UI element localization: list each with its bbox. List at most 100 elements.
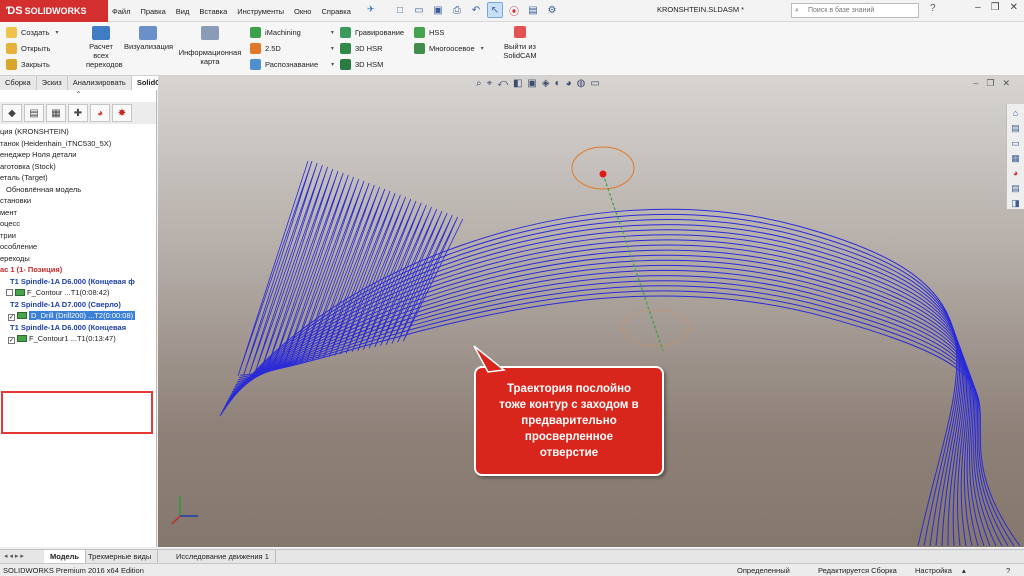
undo-icon[interactable]: ↶ — [468, 2, 484, 18]
viewport-restore-icon[interactable]: ❐ — [986, 78, 994, 89]
open-button[interactable]: Открыть — [6, 43, 50, 54]
recognition-button[interactable]: Распознавание ▾ — [250, 59, 334, 70]
close-icon[interactable]: ✕ — [1010, 2, 1018, 13]
hsr-button[interactable]: 3D HSR — [340, 43, 383, 54]
zoom-fit-icon[interactable]: ⌕ — [476, 78, 482, 89]
select-cursor-icon[interactable]: ↖ — [487, 2, 503, 18]
section-view-icon[interactable]: ◧ — [513, 78, 522, 89]
tree-item[interactable]: еталь (Target) — [0, 172, 156, 184]
tab-sketch[interactable]: Эскиз — [37, 76, 68, 90]
restore-icon[interactable]: ❐ — [991, 2, 1000, 13]
view-palette-icon[interactable]: ▦ — [1010, 152, 1022, 164]
menu-file[interactable]: Файл — [112, 7, 130, 16]
operation-checkbox[interactable]: ✓ — [8, 314, 15, 321]
view-settings-icon[interactable]: ▭ — [590, 78, 599, 89]
tree-item[interactable]: ереходы — [0, 253, 156, 265]
hsm-button[interactable]: 3D HSM — [340, 59, 383, 70]
operation-checkbox[interactable] — [6, 289, 13, 296]
menu-insert[interactable]: Вставка — [199, 7, 227, 16]
menu-tools[interactable]: Инструменты — [237, 7, 284, 16]
hss-button[interactable]: HSS — [414, 27, 444, 38]
menu-help[interactable]: Справка — [321, 7, 350, 16]
operation-row[interactable]: F_Contour ...T1(0:08:42) — [0, 287, 156, 299]
engraving-button[interactable]: Гравирование — [340, 27, 404, 38]
tree-item[interactable]: енеджер Ноля детали — [0, 149, 156, 161]
design-library-icon[interactable]: ▤ — [1010, 122, 1022, 134]
dimxpert-icon[interactable]: ✚ — [68, 104, 88, 122]
menu-window[interactable]: Окно — [294, 7, 311, 16]
multiaxis-button[interactable]: Многоосевое ▾ — [414, 43, 484, 54]
search-input[interactable]: ⌕ Поиск в базе знаний — [791, 3, 919, 18]
tool-node[interactable]: T1 Spindle-1A D6.000 (Концевая — [0, 322, 156, 334]
viewport-close-icon[interactable]: ✕ — [1002, 78, 1010, 89]
view-orientation-icon[interactable]: ▣ — [527, 78, 536, 89]
file-explorer-icon[interactable]: ▭ — [1010, 137, 1022, 149]
tree-item[interactable]: оцесс — [0, 218, 156, 230]
tab-model[interactable]: Модель — [44, 550, 87, 564]
tree-item[interactable]: становки — [0, 195, 156, 207]
exit-solidcam-button[interactable]: Выйти из SolidCAM — [500, 26, 540, 60]
tree-item[interactable]: трии — [0, 230, 156, 242]
options-gear-icon[interactable]: ⚙ — [544, 2, 560, 18]
solidcam-pane-icon[interactable]: ◨ — [1010, 197, 1022, 209]
previous-view-icon[interactable]: ⤺ — [497, 78, 508, 89]
solidworks-logo[interactable]: ƊS SOLIDWORKS — [0, 0, 108, 22]
close-button[interactable]: Закрыть — [6, 59, 50, 70]
scene-icon[interactable]: ◍ — [577, 78, 586, 89]
feature-tree-icon[interactable]: ◆ — [2, 104, 22, 122]
tab-3d-views[interactable]: Трехмерные виды — [82, 550, 159, 564]
tree-item[interactable]: мент — [0, 207, 156, 219]
pin-icon[interactable]: ✈ — [367, 4, 375, 15]
display-style-icon[interactable]: ◈ — [542, 78, 550, 89]
appearances-icon[interactable]: ◕ — [1010, 167, 1022, 179]
info-map-button[interactable]: Информационная карта — [176, 26, 244, 66]
solidcam-manager-icon[interactable]: ✸ — [112, 104, 132, 122]
tab-assembly[interactable]: Сборка — [0, 76, 37, 90]
hide-show-icon[interactable]: ◐ — [555, 78, 561, 89]
tool-node[interactable]: T2 Spindle-1A D7.000 (Сверло) — [0, 299, 156, 311]
custom-properties-icon[interactable]: ▤ — [1010, 182, 1022, 194]
settings-dropdown-icon[interactable]: ▴ — [962, 564, 966, 576]
setup-node[interactable]: ас 1 (1- Позиция) — [0, 264, 156, 276]
close-doc-icon — [6, 59, 17, 70]
new-document-icon[interactable]: □ — [392, 2, 408, 18]
tab-motion-study[interactable]: Исследование движения 1 — [170, 550, 276, 564]
help-icon[interactable]: ? — [930, 3, 936, 14]
operation-row-selected[interactable]: ✓ D_Drill (Drill200) ...T2(0:00:08) — [0, 310, 156, 322]
traffic-light-icon[interactable]: ⦿ — [506, 2, 522, 18]
property-manager-icon[interactable]: ▤ — [24, 104, 44, 122]
visualization-button[interactable]: Визуализация — [124, 26, 173, 51]
tree-item[interactable]: танок (Heidenhain_iTNC530_5X) — [0, 138, 156, 150]
viewport-minimize-icon[interactable]: – — [973, 78, 978, 89]
file-properties-icon[interactable]: ▤ — [525, 2, 541, 18]
save-icon[interactable]: ▣ — [430, 2, 446, 18]
zoom-area-icon[interactable]: ⌖ — [487, 78, 493, 89]
display-manager-icon[interactable]: ◕ — [90, 104, 110, 122]
tool-node[interactable]: T1 Spindle-1A D6.000 (Концевая ф — [0, 276, 156, 288]
print-icon[interactable]: ⎙ — [449, 2, 465, 18]
tab-analyze[interactable]: Анализировать — [68, 76, 132, 90]
create-button[interactable]: Создать ▾ — [6, 27, 59, 38]
two-five-d-button[interactable]: 2.5D ▾ — [250, 43, 334, 54]
tree-item[interactable]: ция (KRONSHTEIN) — [0, 126, 156, 138]
open-folder-icon[interactable]: ▭ — [411, 2, 427, 18]
menu-edit[interactable]: Правка — [140, 7, 165, 16]
appearance-icon[interactable]: ◕ — [566, 78, 572, 89]
settings-menu[interactable]: Настройка — [915, 564, 952, 576]
operation-row[interactable]: ✓ F_Contour1 ...T1(0:13:47) — [0, 333, 156, 345]
menu-view[interactable]: Вид — [176, 7, 190, 16]
imachining-button[interactable]: iMachining ▾ — [250, 27, 334, 38]
operation-checkbox[interactable]: ✓ — [8, 337, 15, 344]
calculate-all-button[interactable]: Расчет всех переходов — [86, 26, 123, 69]
graphics-viewport[interactable]: ⌕ ⌖ ⤺ ◧ ▣ ◈ ◐ ◕ ◍ ▭ – ❐ ✕ ⌂ ▤ ▭ ▦ ◕ ▤ ◨ … — [158, 76, 1024, 547]
minimize-icon[interactable]: – — [975, 2, 981, 13]
tree-item[interactable]: особление — [0, 241, 156, 253]
tab-scroll-arrows-icon[interactable]: ◂ ◂ ▸ ▸ — [4, 550, 24, 564]
tree-item[interactable]: Обновлённая модель — [0, 184, 156, 196]
cam-tree: ция (KRONSHTEIN) танок (Heidenhain_iTNC5… — [0, 126, 156, 345]
tree-item[interactable]: аготовка (Stock) — [0, 161, 156, 173]
configuration-icon[interactable]: ▦ — [46, 104, 66, 122]
resources-icon[interactable]: ⌂ — [1010, 107, 1022, 119]
panel-expander-icon[interactable]: ⌃ — [0, 90, 156, 102]
help-status-icon[interactable]: ? — [1006, 564, 1010, 576]
